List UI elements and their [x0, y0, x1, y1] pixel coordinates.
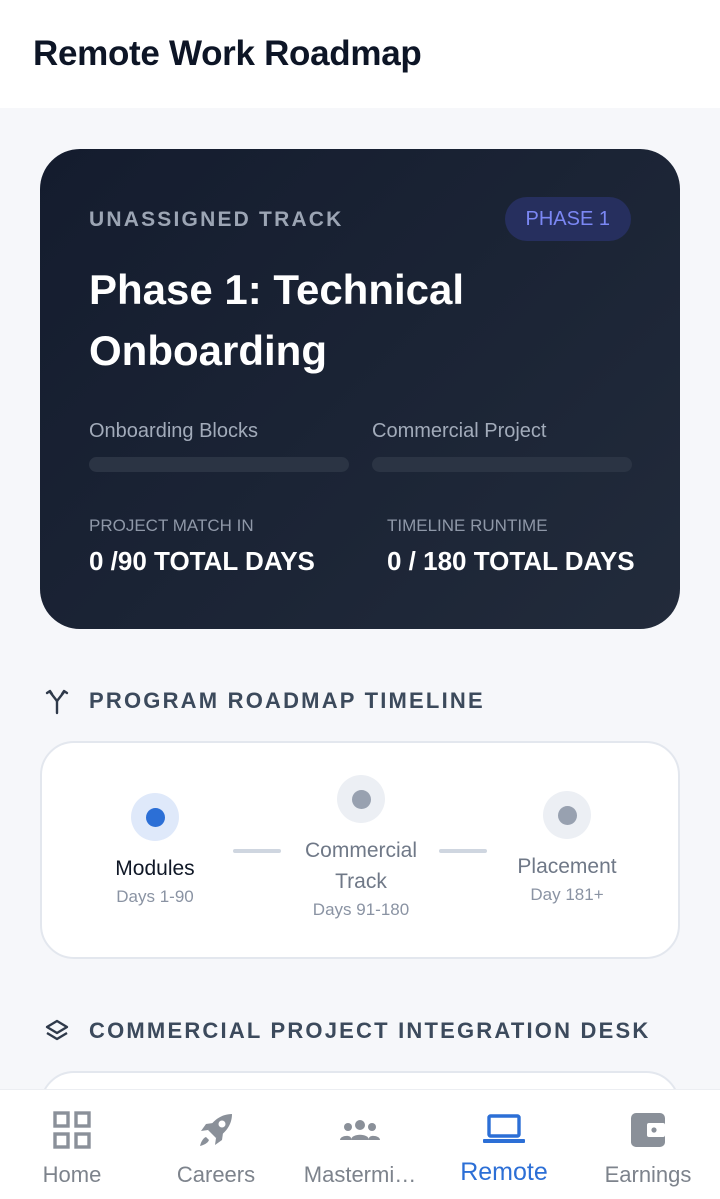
project-match-value: 0 /90 TOTAL DAYS	[89, 546, 315, 576]
nav-label: Home	[42, 1162, 102, 1187]
rocket-icon	[196, 1110, 236, 1150]
step-name: Placement	[517, 855, 617, 878]
timeline-step-placement[interactable]: Placement Day 181+	[467, 791, 667, 905]
step-pending-dot	[337, 775, 385, 823]
timeline-runtime-label: TIMELINE RUNTIME	[387, 516, 548, 535]
phase-title: Phase 1: Technical Onboarding	[89, 266, 465, 374]
nav-item-home[interactable]: Home	[0, 1090, 144, 1199]
nav-item-mastermind[interactable]: Mastermi…	[288, 1090, 432, 1199]
integration-section-title: COMMERCIAL PROJECT INTEGRATION DESK	[89, 1018, 651, 1043]
wallet-icon	[628, 1110, 668, 1150]
roadmap-timeline-card: Modules Days 1-90 Commercial Track Days …	[40, 741, 680, 959]
grid-icon	[52, 1110, 92, 1150]
nav-item-careers[interactable]: Careers	[144, 1090, 288, 1199]
nav-label: Careers	[176, 1162, 256, 1187]
phase-badge: PHASE 1	[504, 197, 631, 241]
track-label: UNASSIGNED TRACK	[89, 208, 344, 231]
integration-section-header: COMMERCIAL PROJECT INTEGRATION DESK	[44, 1014, 650, 1048]
commercial-project-label: Commercial Project	[372, 420, 547, 442]
step-range: Days 91-180	[312, 900, 410, 919]
step-range: Day 181+	[530, 885, 604, 904]
group-icon	[340, 1110, 380, 1150]
timeline-step-commercial-track[interactable]: Commercial Track Days 91-180	[261, 775, 461, 920]
laptop-icon	[483, 1110, 525, 1150]
roadmap-section-header: PROGRAM ROADMAP TIMELINE	[44, 684, 485, 718]
step-active-dot	[131, 793, 179, 841]
roadmap-section-title: PROGRAM ROADMAP TIMELINE	[89, 688, 485, 713]
step-name: Commercial Track	[304, 839, 417, 893]
nav-label: Remote	[460, 1158, 548, 1186]
phase-summary-card: UNASSIGNED TRACK PHASE 1 Phase 1: Techni…	[40, 149, 680, 629]
nav-label: Mastermi…	[303, 1162, 417, 1187]
nav-item-earnings[interactable]: Earnings	[576, 1090, 720, 1199]
page-title: Remote Work Roadmap	[33, 34, 422, 73]
step-name: Modules	[115, 857, 195, 880]
nav-item-remote[interactable]: Remote	[432, 1090, 576, 1199]
bottom-navigation: Home Careers Mastermi… Remote Earnings	[0, 1089, 720, 1199]
layers-icon	[44, 1016, 70, 1046]
project-match-label: PROJECT MATCH IN	[89, 516, 254, 535]
onboarding-blocks-progress-bar	[89, 457, 349, 472]
timeline-step-modules[interactable]: Modules Days 1-90	[55, 793, 255, 907]
nav-label: Earnings	[604, 1162, 692, 1187]
onboarding-blocks-label: Onboarding Blocks	[89, 420, 258, 442]
timeline-runtime-value: 0 / 180 TOTAL DAYS	[387, 546, 635, 576]
step-pending-dot	[543, 791, 591, 839]
fork-icon	[44, 686, 70, 716]
commercial-project-progress-bar	[372, 457, 632, 472]
app-header: Remote Work Roadmap	[0, 0, 720, 108]
step-range: Days 1-90	[116, 887, 194, 906]
